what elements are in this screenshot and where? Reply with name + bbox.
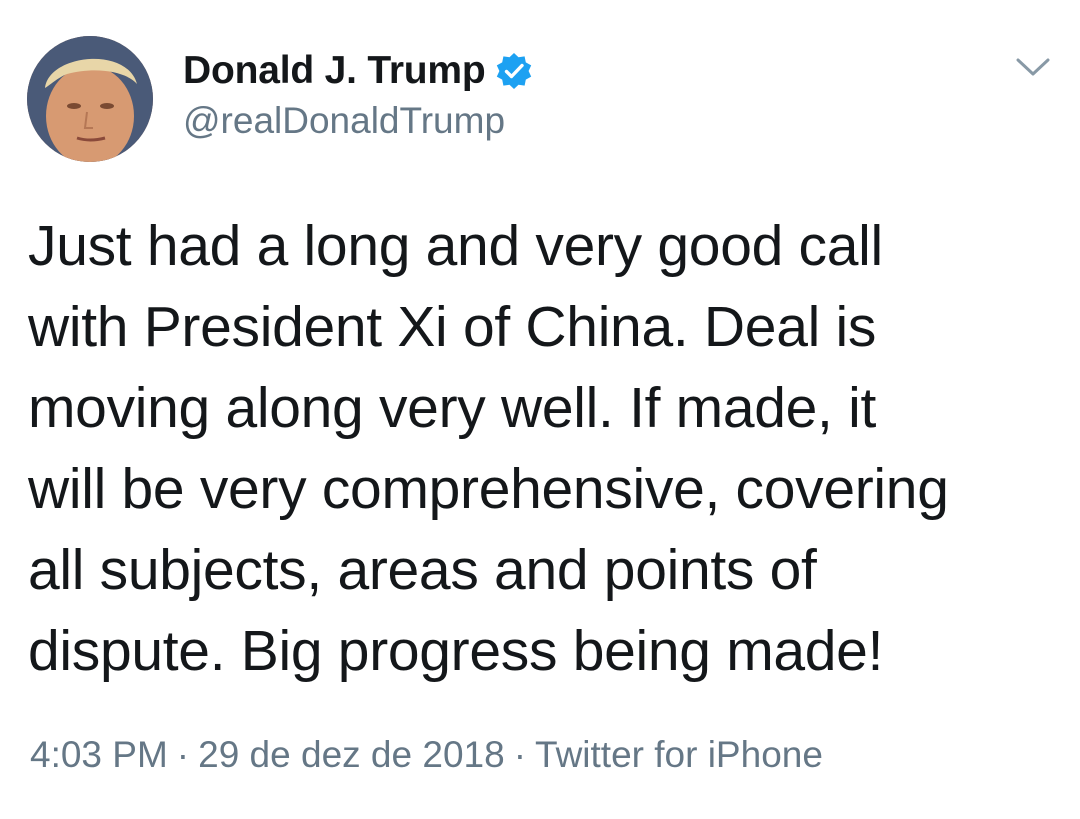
tweet-text-line: Just had a long and very good call (28, 214, 883, 278)
tweet-metadata: 4:03 PM · 29 de dez de 2018 · Twitter for iP… (30, 734, 823, 776)
verified-badge-icon (494, 51, 534, 91)
tweet-text-line: with President Xi of China. Deal is (28, 295, 877, 359)
tweet-date[interactable]: 29 de dez de 2018 (198, 734, 505, 775)
separator-dot: · (513, 734, 527, 775)
user-name-row: Donald J. Trump (183, 46, 534, 96)
tweet-text-line: moving along very well. If made, it (28, 376, 877, 440)
avatar-portrait-icon (27, 36, 153, 162)
user-handle[interactable]: @realDonaldTrump (183, 100, 505, 142)
tweet-time[interactable]: 4:03 PM (30, 734, 168, 775)
tweet-text-line: all subjects, areas and points of (28, 538, 817, 602)
chevron-down-icon[interactable] (1013, 52, 1053, 82)
tweet-source[interactable]: Twitter for iPhone (535, 734, 823, 775)
tweet-text-line: dispute. Big progress being made! (28, 619, 884, 683)
tweet-card: Donald J. Trump @realDonaldTrump Just ha… (0, 0, 1080, 819)
tweet-text-line: will be very comprehensive, covering (28, 457, 949, 521)
display-name[interactable]: Donald J. Trump (183, 49, 486, 93)
separator-dot: · (176, 734, 190, 775)
avatar[interactable] (27, 36, 153, 162)
tweet-text: Just had a long and very good call with … (28, 206, 1068, 692)
